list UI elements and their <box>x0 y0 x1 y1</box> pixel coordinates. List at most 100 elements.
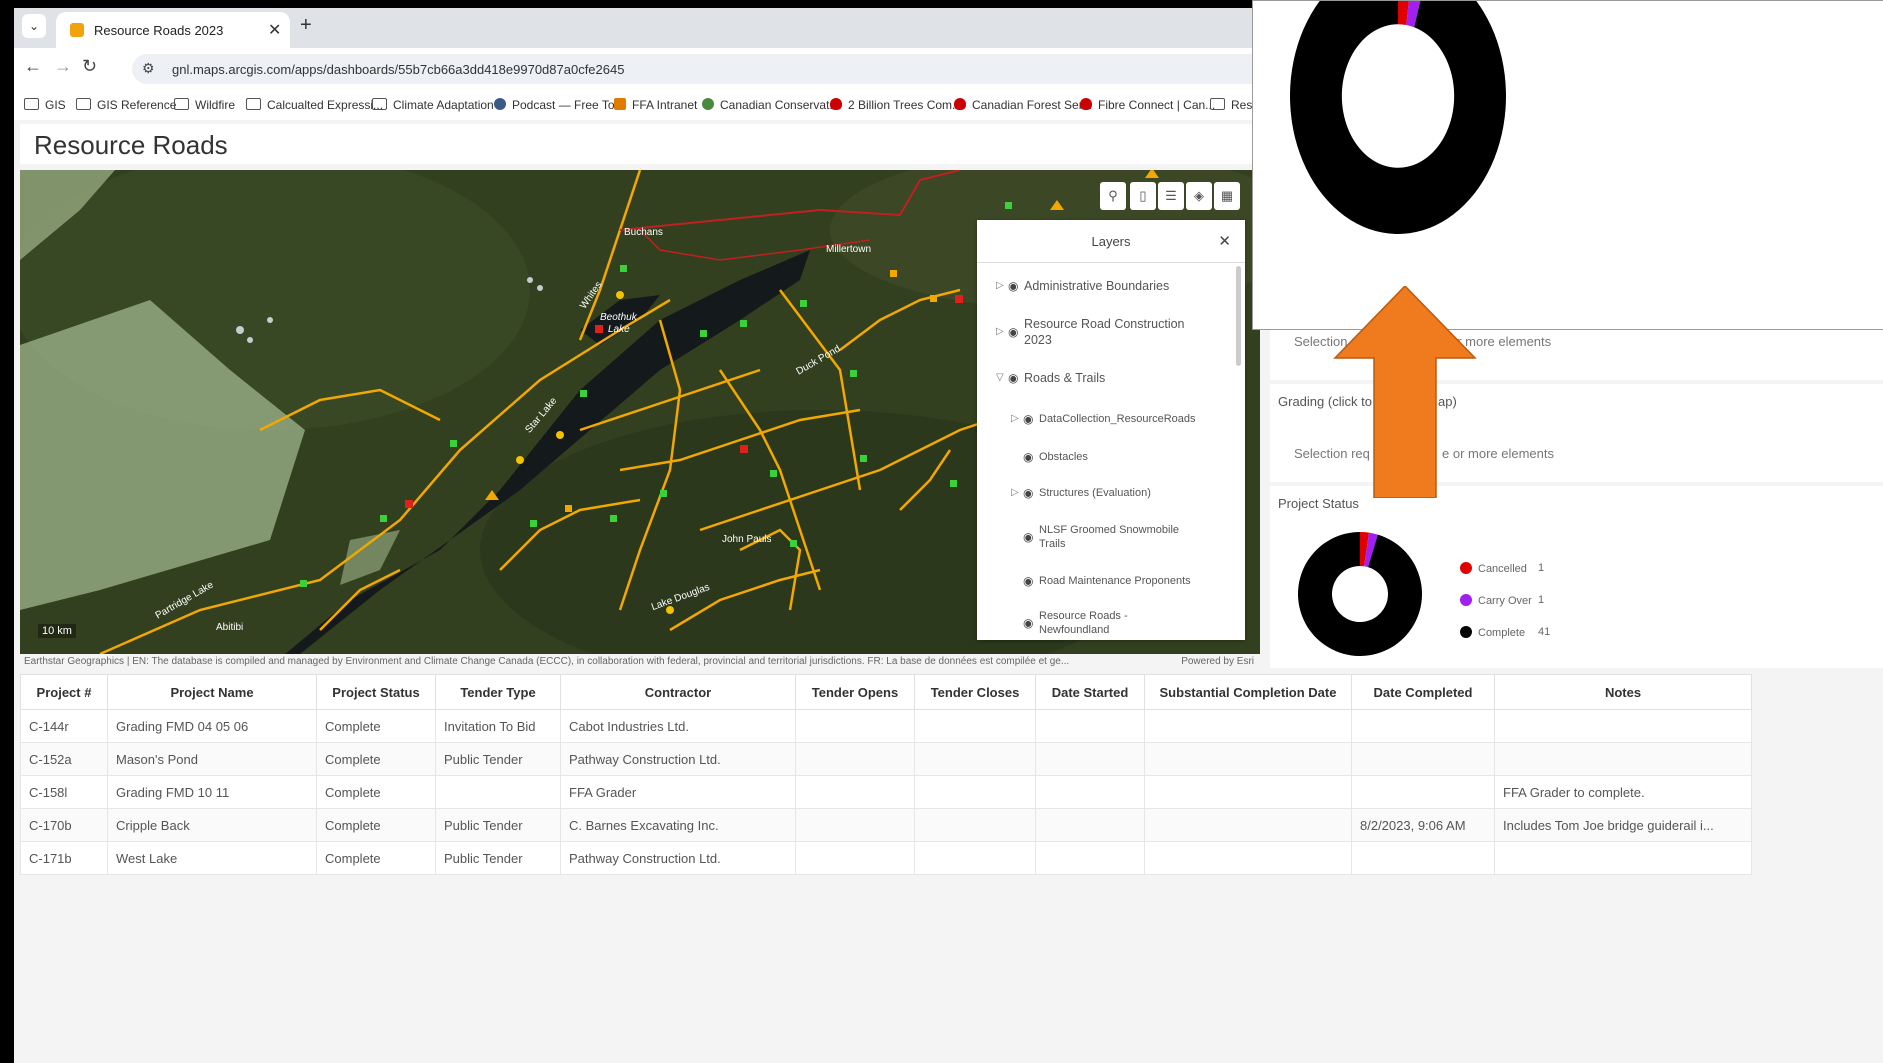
column-header[interactable]: Substantial Completion Date <box>1144 674 1352 710</box>
layer-item-resource-roads-newfoundland[interactable]: ◉ Resource Roads - Newfoundland <box>1023 609 1128 637</box>
bookmark-2-billion-trees[interactable]: 2 Billion Trees Com... <box>830 98 962 112</box>
close-tab-icon[interactable]: ✕ <box>268 20 281 40</box>
layer-item-administrative-boundaries[interactable]: ▷ ◉ Administrative Boundaries <box>996 278 1169 294</box>
bookmark-folder-climate[interactable]: Climate Adaptation <box>372 98 494 112</box>
bookmark-icon[interactable]: ▯ <box>1130 182 1156 210</box>
column-header[interactable]: Notes <box>1494 674 1752 710</box>
reload-icon[interactable]: ↻ <box>82 56 97 77</box>
visibility-eye-icon[interactable]: ◉ <box>1008 324 1018 340</box>
table-cell: FFA Grader to complete. <box>1494 775 1752 809</box>
expand-icon[interactable]: ▷ <box>996 278 1004 294</box>
column-header[interactable]: Tender Type <box>435 674 561 710</box>
table-cell: Cabot Industries Ltd. <box>560 709 796 743</box>
bookmark-podcast[interactable]: Podcast — Free To... <box>494 98 625 112</box>
column-header[interactable]: Date Started <box>1035 674 1145 710</box>
column-header[interactable]: Date Completed <box>1351 674 1495 710</box>
column-header[interactable]: Project Status <box>316 674 436 710</box>
close-icon[interactable]: ✕ <box>1218 232 1231 250</box>
table-cell <box>1035 709 1145 743</box>
layer-item-roads-trails[interactable]: ▽ ◉ Roads & Trails <box>996 370 1105 386</box>
table-cell: West Lake <box>107 841 317 875</box>
table-cell <box>795 709 915 743</box>
browser-tab[interactable]: Resource Roads 2023 ✕ <box>56 12 290 48</box>
visibility-eye-icon[interactable]: ◉ <box>1023 616 1033 630</box>
legend-label: Carry Over <box>1478 595 1532 607</box>
table-cell: Grading FMD 10 11 <box>107 775 317 809</box>
table-cell <box>1351 709 1495 743</box>
basemap-gallery-icon[interactable]: ▦ <box>1214 182 1240 210</box>
map-label-lake: Lake <box>608 324 630 335</box>
column-header[interactable]: Contractor <box>560 674 796 710</box>
column-header[interactable]: Tender Closes <box>914 674 1036 710</box>
tab-search-chevron-icon[interactable]: ⌄ <box>22 14 46 38</box>
legend-item-carry-over[interactable]: Carry Over 1 <box>1460 594 1544 607</box>
visibility-eye-icon[interactable]: ◉ <box>1023 449 1033 465</box>
visibility-eye-icon[interactable]: ◉ <box>1023 573 1033 589</box>
table-cell <box>1144 808 1352 842</box>
visibility-eye-icon[interactable]: ◉ <box>1023 530 1033 544</box>
table-row[interactable]: C-144r Grading FMD 04 05 06 Complete Invita… <box>20 709 1752 743</box>
layers-panel-title: Layers <box>1091 234 1131 249</box>
table-cell <box>914 775 1036 809</box>
bookmark-ffa-intranet[interactable]: FFA Intranet <box>614 98 697 112</box>
layer-item-nlsf-groomed-snowmobile-trails[interactable]: ◉ NLSF Groomed Snowmobile Trails <box>1023 523 1179 551</box>
layer-item-resource-road-construction[interactable]: ▷ ◉ Resource Road Construction 2023 <box>996 316 1185 348</box>
legend-icon[interactable]: ☰ <box>1158 182 1184 210</box>
table-cell: Includes Tom Joe bridge guiderail i... <box>1494 808 1752 842</box>
search-icon[interactable]: ⚲ <box>1100 182 1126 210</box>
projects-table: Project # Project Name Project Status Tende… <box>20 674 1752 875</box>
table-cell: Complete <box>316 841 436 875</box>
bookmark-folder-calcualted[interactable]: Calcualted Expressi... <box>246 98 383 112</box>
back-icon[interactable]: ← <box>24 56 42 77</box>
layers-scrollbar[interactable] <box>1236 266 1241 366</box>
forward-icon[interactable]: → <box>54 56 72 77</box>
expand-icon[interactable]: ▷ <box>996 324 1004 340</box>
table-cell: Public Tender <box>435 742 561 776</box>
legend-swatch <box>1460 626 1472 638</box>
visibility-eye-icon[interactable]: ◉ <box>1023 411 1033 427</box>
table-row[interactable]: C-170b Cripple Back Complete Public Tender C… <box>20 808 1752 842</box>
column-header[interactable]: Project Name <box>107 674 317 710</box>
layer-item-road-maintenance-proponents[interactable]: ◉ Road Maintenance Proponents <box>1023 573 1191 589</box>
bookmark-canadian-forest[interactable]: Canadian Forest Ser... <box>954 98 1092 112</box>
table-cell: Mason's Pond <box>107 742 317 776</box>
visibility-eye-icon[interactable]: ◉ <box>1008 370 1018 386</box>
layer-item-datacollection-resourceroads[interactable]: ▷ ◉ DataCollection_ResourceRoads <box>1011 411 1196 427</box>
table-cell <box>1144 775 1352 809</box>
table-cell <box>914 709 1036 743</box>
table-cell: Complete <box>316 742 436 776</box>
table-row[interactable]: C-158l Grading FMD 10 11 Complete FFA Grade… <box>20 775 1752 809</box>
bookmark-folder-gis-reference[interactable]: GIS Reference <box>76 98 176 112</box>
bookmark-canadian-conservat[interactable]: Canadian Conservat... <box>702 98 839 112</box>
project-status-donut-chart <box>1298 532 1422 656</box>
bookmark-folder-wildfire[interactable]: Wildfire <box>174 98 235 112</box>
table-row[interactable]: C-171b West Lake Complete Public Tender Path… <box>20 841 1752 875</box>
legend-item-cancelled[interactable]: Cancelled 1 <box>1460 562 1544 575</box>
conservation-icon <box>702 98 714 110</box>
donut-slice-complete[interactable] <box>1298 532 1422 656</box>
layers-icon[interactable]: ◈ <box>1186 182 1212 210</box>
table-row[interactable]: C-152a Mason's Pond Complete Public Tender P… <box>20 742 1752 776</box>
expand-icon[interactable]: ▷ <box>1011 485 1019 501</box>
new-tab-icon[interactable]: + <box>300 14 312 37</box>
legend-item-complete[interactable]: Complete 41 <box>1460 626 1550 639</box>
table-cell: C. Barnes Excavating Inc. <box>560 808 796 842</box>
table-cell <box>914 808 1036 842</box>
table-cell: Invitation To Bid <box>435 709 561 743</box>
collapse-icon[interactable]: ▽ <box>996 370 1004 386</box>
bookmark-fibre-connect[interactable]: Fibre Connect | Can... <box>1080 98 1215 112</box>
table-cell <box>1035 775 1145 809</box>
layer-item-structures-evaluation[interactable]: ▷ ◉ Structures (Evaluation) <box>1011 485 1151 501</box>
site-info-icon[interactable]: ⚙ <box>142 60 155 77</box>
column-header[interactable]: Project # <box>20 674 108 710</box>
layer-item-obstacles[interactable]: ◉ Obstacles <box>1023 449 1088 465</box>
expand-icon[interactable]: ▷ <box>1011 411 1019 427</box>
table-cell <box>914 841 1036 875</box>
table-cell <box>1035 808 1145 842</box>
visibility-eye-icon[interactable]: ◉ <box>1023 485 1033 501</box>
bookmark-folder-gis[interactable]: GIS <box>24 98 66 112</box>
visibility-eye-icon[interactable]: ◉ <box>1008 278 1018 294</box>
table-cell <box>1144 742 1352 776</box>
column-header[interactable]: Tender Opens <box>795 674 915 710</box>
powered-by-esri[interactable]: Powered by Esri <box>1181 656 1254 667</box>
